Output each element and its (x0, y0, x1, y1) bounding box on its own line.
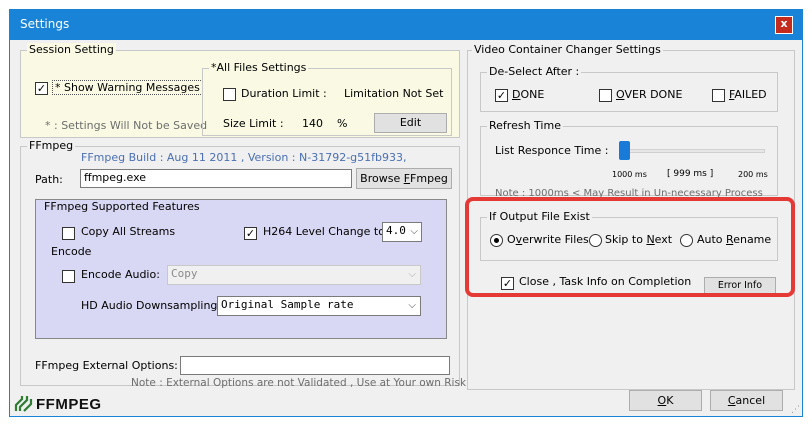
encode-audio-checkbox[interactable] (62, 270, 75, 283)
ffmpeg-features-label: FFmpeg Supported Features (42, 200, 202, 213)
done-checkbox[interactable]: ✓ (495, 89, 508, 102)
h264-level-checkbox[interactable]: ✓ (244, 227, 257, 240)
title-bar: Settings x (10, 10, 802, 40)
show-warning-checkbox[interactable]: ✓ (35, 82, 48, 95)
copy-all-streams-label: Copy All Streams (81, 225, 176, 238)
h264-level-select[interactable]: 4.0 ⌵ (382, 222, 422, 242)
slider-thumb[interactable] (619, 141, 630, 160)
show-warning-label[interactable]: * Show Warning Messages (52, 80, 203, 95)
chevron-down-icon: ⌵ (410, 226, 418, 237)
ffmpeg-group: FFmpeg FFmpeg Build : Aug 11 2011 , Vers… (20, 139, 466, 389)
deselect-after-label: De-Select After : (487, 65, 582, 78)
failed-checkbox[interactable] (712, 89, 725, 102)
close-button[interactable]: x (775, 16, 793, 34)
encode-audio-label: Encode Audio: (81, 268, 160, 281)
all-files-settings-label: *All Files Settings (209, 61, 309, 74)
video-container-label: Video Container Changer Settings (472, 43, 663, 56)
ffmpeg-logo-icon (14, 396, 33, 412)
duration-limit-value: Limitation Not Set (344, 87, 444, 100)
failed-label: FAILED (729, 88, 767, 101)
slider-current-label: [ 999 ms ] (667, 169, 714, 179)
encode-audio-select[interactable]: Copy ⌵ (167, 265, 421, 285)
hd-audio-label: HD Audio Downsampling : (81, 299, 225, 312)
ffmpeg-logo-text: FFMPEG (36, 396, 102, 413)
path-input[interactable]: ffmpeg.exe (80, 169, 352, 188)
highlight-box (465, 197, 795, 297)
ffmpeg-features-group: FFmpeg Supported Features Copy All Strea… (35, 199, 447, 339)
copy-all-streams-checkbox[interactable] (62, 227, 75, 240)
over-done-checkbox[interactable] (599, 89, 612, 102)
settings-window: Settings x Session Setting ✓ * Show Warn… (9, 9, 803, 417)
external-options-input[interactable] (180, 356, 450, 375)
external-options-label: FFmpeg External Options: (35, 359, 178, 372)
settings-not-saved-note: * : Settings Will Not be Saved (45, 119, 208, 132)
ok-button[interactable]: OK (629, 390, 702, 411)
window-title: Settings (20, 17, 70, 31)
size-limit-label: Size Limit : (223, 117, 284, 130)
session-setting-group: Session Setting ✓ * Show Warning Message… (20, 43, 460, 138)
duration-limit-checkbox[interactable] (223, 88, 236, 101)
done-label: DONE (512, 88, 545, 101)
slider-min-label: 1000 ms (612, 170, 647, 179)
refresh-time-label: Refresh Time (487, 119, 563, 132)
size-limit-unit: % (337, 117, 348, 130)
all-files-settings-group: *All Files Settings Duration Limit : Lim… (202, 61, 452, 136)
resize-grip[interactable]: ⋰ (788, 404, 800, 416)
size-limit-value: 140 (302, 117, 323, 130)
list-response-slider[interactable] (619, 141, 765, 165)
ffmpeg-group-label: FFmpeg (27, 139, 76, 152)
edit-button[interactable]: Edit (374, 113, 447, 133)
chevron-down-icon: ⌵ (408, 269, 416, 280)
path-label: Path: (35, 173, 63, 186)
h264-level-label: H264 Level Change to (263, 225, 385, 238)
over-done-label: OVER DONE (616, 88, 683, 101)
duration-limit-label: Duration Limit : (241, 87, 327, 100)
cancel-button[interactable]: Cancel (710, 390, 783, 411)
slider-max-label: 200 ms (738, 170, 768, 179)
session-setting-label: Session Setting (27, 43, 116, 56)
hd-audio-select[interactable]: Original Sample rate ⌵ (217, 296, 421, 316)
ffmpeg-logo: FFMPEG (14, 393, 124, 415)
list-response-label: List Responce Time : (495, 144, 609, 157)
ffmpeg-build-info: FFmpeg Build : Aug 11 2011 , Version : N… (81, 151, 407, 164)
refresh-time-group: Refresh Time List Responce Time : 1000 m… (480, 119, 778, 199)
external-options-note: Note : External Options are not Validate… (131, 377, 467, 389)
chevron-down-icon: ⌵ (408, 300, 416, 311)
deselect-after-group: De-Select After : ✓ DONE OVER DONE FAILE… (480, 65, 778, 112)
encode-label: Encode (51, 245, 92, 258)
slider-track (619, 149, 765, 153)
browse-ffmpeg-button[interactable]: Browse FFmpeg (356, 168, 452, 189)
